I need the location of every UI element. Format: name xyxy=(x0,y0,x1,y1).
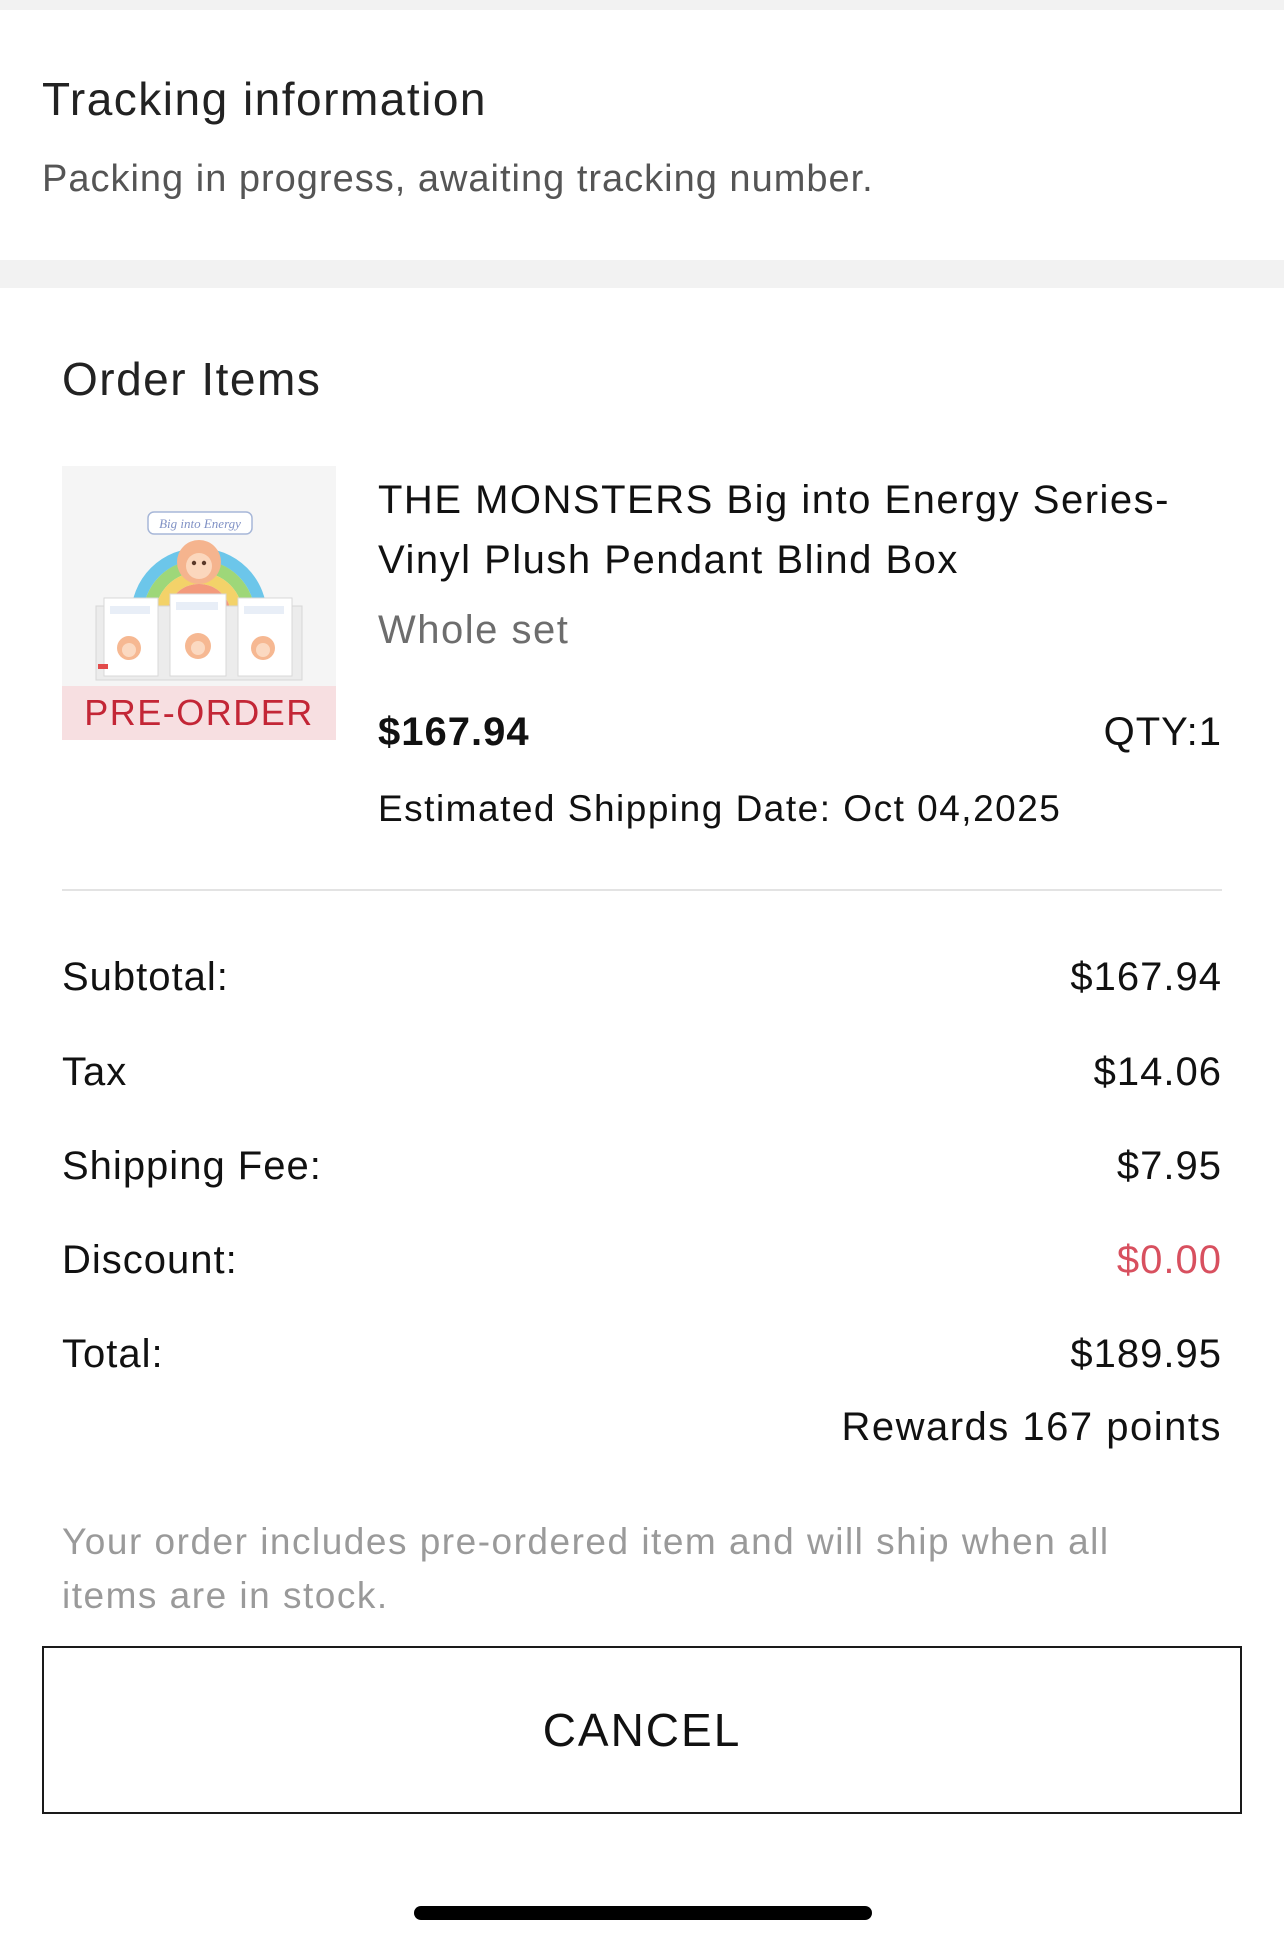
product-price: $167.94 xyxy=(378,710,530,754)
tax-row: Tax $14.06 xyxy=(62,1050,1222,1100)
order-items-title: Order Items xyxy=(62,353,322,405)
preorder-notice: Your order includes pre-ordered item and… xyxy=(62,1521,1110,1616)
product-variant: Whole set xyxy=(378,608,570,652)
tax-value: $14.06 xyxy=(1093,1050,1222,1094)
discount-value: $0.00 xyxy=(1116,1238,1222,1282)
subtotal-label: Subtotal: xyxy=(62,955,229,999)
tracking-section: Tracking information Packing in progress… xyxy=(0,10,1284,260)
divider xyxy=(62,889,1222,891)
shipping-fee-label: Shipping Fee: xyxy=(62,1144,322,1188)
home-indicator[interactable] xyxy=(414,1906,872,1920)
total-row: Total: $189.95 xyxy=(62,1332,1222,1382)
total-label: Total: xyxy=(62,1332,164,1376)
product-quantity: QTY:1 xyxy=(1103,710,1222,754)
preorder-badge: PRE-ORDER xyxy=(62,686,336,740)
shipping-fee-value: $7.95 xyxy=(1116,1144,1222,1188)
section-separator xyxy=(0,0,1284,10)
discount-label: Discount: xyxy=(62,1238,238,1282)
subtotal-row: Subtotal: $167.94 xyxy=(62,955,1222,1005)
tracking-title: Tracking information xyxy=(42,73,488,125)
cancel-order-button[interactable]: CANCEL xyxy=(42,1646,1242,1814)
section-separator xyxy=(0,260,1284,288)
box-logo-text: Big into Energy xyxy=(159,516,241,531)
discount-row: Discount: $0.00 xyxy=(62,1238,1222,1288)
product-name[interactable]: THE MONSTERS Big into Energy Series-Viny… xyxy=(378,470,1218,590)
total-value: $189.95 xyxy=(1070,1332,1222,1376)
shipping-fee-row: Shipping Fee: $7.95 xyxy=(62,1144,1222,1194)
product-box-illustration: Big into Energy xyxy=(62,466,336,686)
tracking-status: Packing in progress, awaiting tracking n… xyxy=(42,158,874,200)
product-image[interactable]: Big into Energy PRE-ORDER xyxy=(62,466,336,740)
subtotal-value: $167.94 xyxy=(1070,955,1222,999)
tax-label: Tax xyxy=(62,1050,128,1094)
order-detail-page: Tracking information Packing in progress… xyxy=(0,0,1284,1946)
rewards-points: Rewards 167 points xyxy=(841,1405,1222,1449)
estimated-shipping-date: Estimated Shipping Date: Oct 04,2025 xyxy=(378,788,1062,829)
